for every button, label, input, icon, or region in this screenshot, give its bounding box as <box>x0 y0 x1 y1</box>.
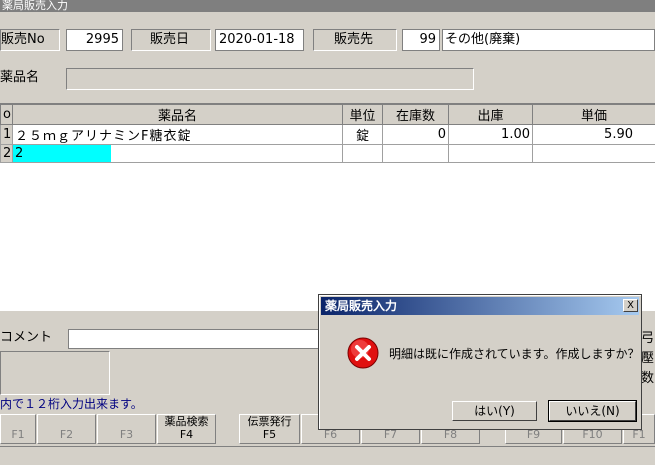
dialog-title: 薬局販売入力 <box>321 297 639 315</box>
cell-stock[interactable]: 0 <box>382 124 449 145</box>
sale-date-field[interactable]: 2020-01-18 <box>215 29 304 51</box>
bottom-strip <box>0 446 655 465</box>
comment-label: コメント <box>0 330 53 345</box>
side-char-3: 数 <box>641 371 655 386</box>
f3-key-button[interactable]: F3 <box>97 414 156 444</box>
cell-out[interactable] <box>448 144 533 163</box>
window-title: 薬局販売入力 <box>0 0 655 12</box>
cell-unit[interactable] <box>342 144 383 163</box>
cell-unit[interactable]: 錠 <box>342 124 383 145</box>
customer-label: 販売先 <box>313 29 397 51</box>
confirm-dialog: 薬局販売入力 X 明細は既に作成されています。作成しますか？ はい(Y) いいえ… <box>318 294 642 430</box>
f1-key-button[interactable]: F1 <box>0 414 36 444</box>
cell-drug-name[interactable]: ２５ｍｇアリナミンF糖衣錠 <box>12 124 343 145</box>
sale-no-label: 販売No <box>0 29 60 51</box>
customer-name-field[interactable]: その他(廃棄) <box>442 29 655 51</box>
slip-issue-button[interactable]: 伝票発行 F5 <box>239 414 300 444</box>
comment-field[interactable] <box>68 329 320 349</box>
table-row[interactable]: 2 2 <box>0 144 655 163</box>
yes-button[interactable]: はい(Y) <box>452 401 537 421</box>
cell-price[interactable]: 5.90 <box>532 124 655 145</box>
row-number: 1 <box>0 124 13 145</box>
detail-grid: o 薬品名 単位 在庫数 出庫 単価 1 ２５ｍｇアリナミンF糖衣錠 錠 0 1… <box>0 103 655 311</box>
grid-header-price[interactable]: 単価 <box>532 104 655 125</box>
grid-header-unit[interactable]: 単位 <box>342 104 383 125</box>
f2-key-button[interactable]: F2 <box>37 414 96 444</box>
cell-stock[interactable] <box>382 144 449 163</box>
drug-search-button[interactable]: 薬品検索 F4 <box>157 414 216 444</box>
side-labels: 弓 壓 数 <box>641 329 655 389</box>
status-text: 内で１２桁入力出来ます。 <box>0 397 143 411</box>
side-char-1: 弓 <box>641 331 655 346</box>
cell-edit-input[interactable]: 2 <box>13 145 111 162</box>
no-button[interactable]: いいえ(N) <box>548 400 637 422</box>
grid-header-name[interactable]: 薬品名 <box>12 104 343 125</box>
grid-header-no: o <box>0 104 13 125</box>
error-icon <box>347 337 379 369</box>
side-char-2: 壓 <box>641 351 655 366</box>
row-number: 2 <box>0 144 13 163</box>
drug-name-field <box>66 68 474 90</box>
sale-no-field[interactable]: 2995 <box>66 29 123 51</box>
cell-drug-name-editing[interactable]: 2 <box>12 144 343 163</box>
customer-code-field[interactable]: 99 <box>402 29 440 51</box>
cell-price[interactable] <box>532 144 655 163</box>
comment-area <box>0 351 110 395</box>
dialog-message: 明細は既に作成されています。作成しますか？ <box>389 347 640 361</box>
sale-date-label: 販売日 <box>131 29 211 51</box>
table-row[interactable]: 1 ２５ｍｇアリナミンF糖衣錠 錠 0 1.00 5.90 <box>0 124 655 145</box>
grid-header-row: o 薬品名 単位 在庫数 出庫 単価 <box>0 104 655 125</box>
grid-header-stock[interactable]: 在庫数 <box>382 104 449 125</box>
drug-name-label: 薬品名 <box>0 70 40 85</box>
cell-out[interactable]: 1.00 <box>448 124 533 145</box>
close-icon[interactable]: X <box>623 299 638 312</box>
grid-header-out[interactable]: 出庫 <box>448 104 533 125</box>
